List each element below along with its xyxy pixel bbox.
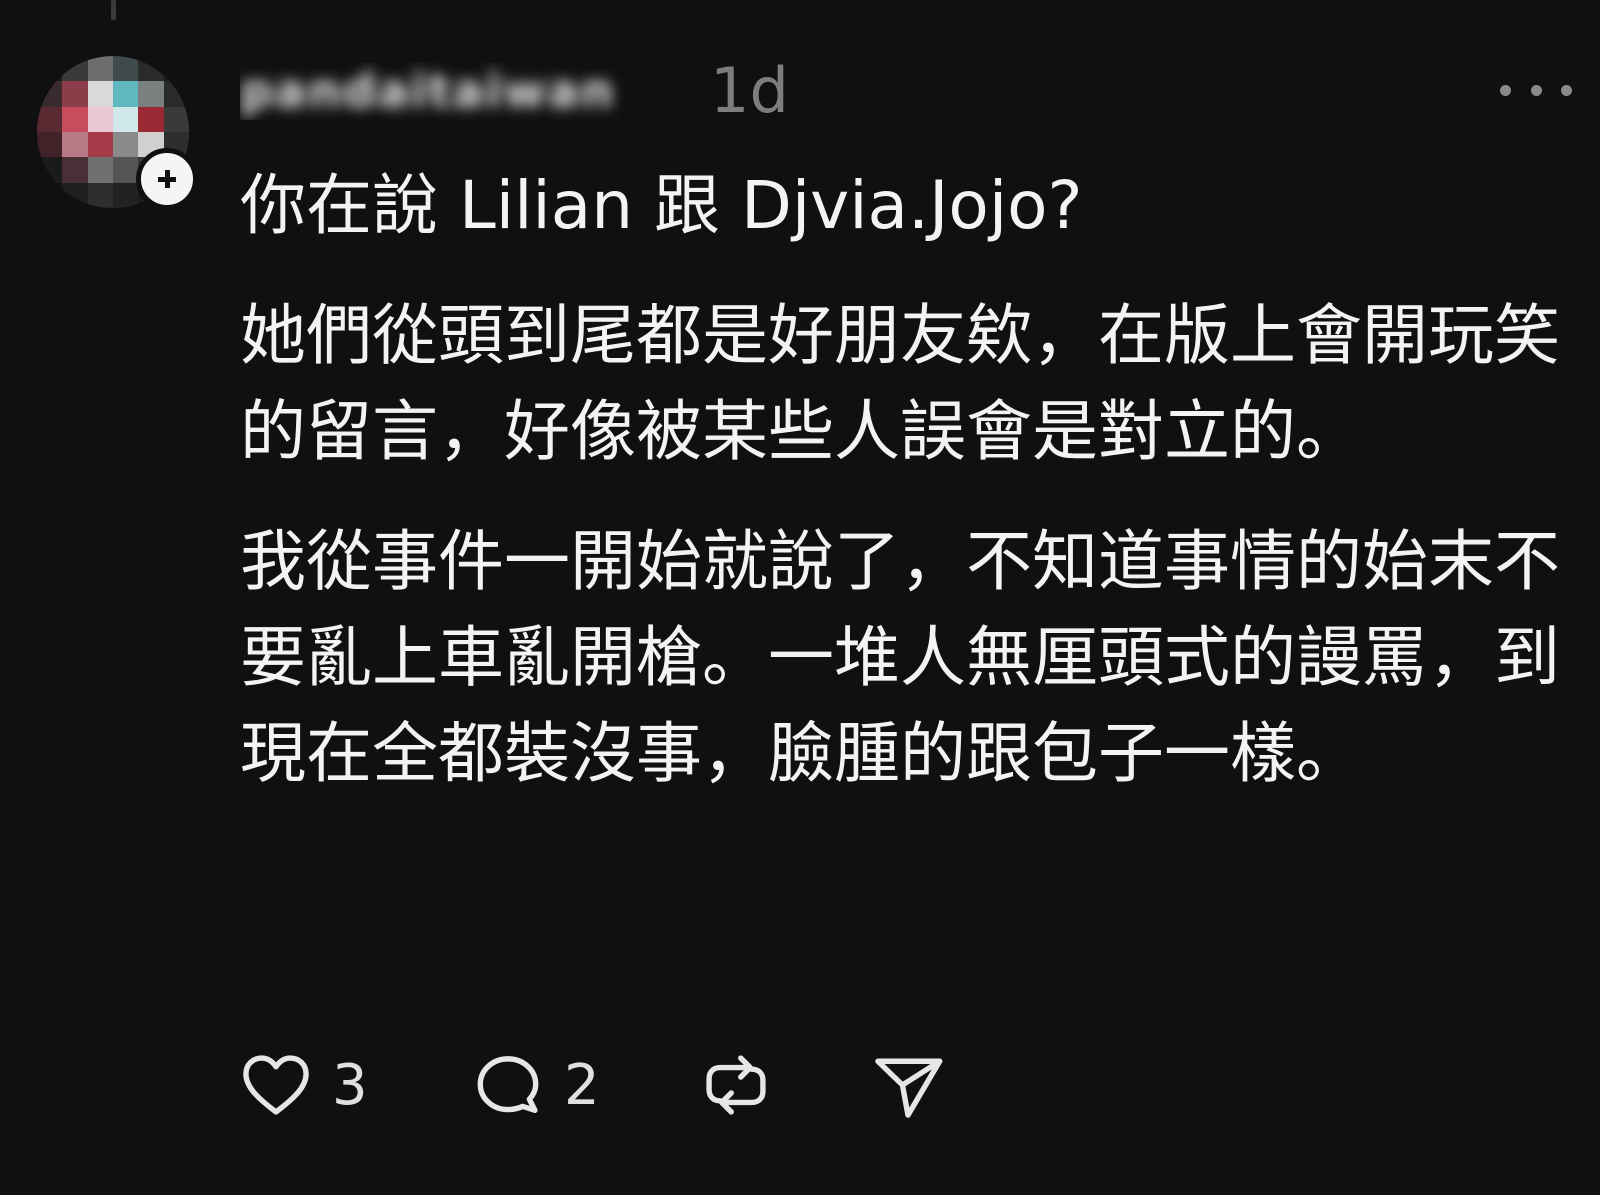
plus-icon	[158, 170, 176, 188]
thread-connector-line	[111, 0, 116, 20]
more-horizontal-icon	[1561, 84, 1572, 96]
post-paragraph: 你在說 Lilian 跟 Djvia.Jojo?	[240, 167, 1083, 244]
username[interactable]: pandaitaiwan	[240, 62, 680, 120]
share-button[interactable]	[870, 1047, 946, 1123]
reply-button[interactable]: 2	[470, 1047, 698, 1123]
like-button[interactable]: 3	[238, 1047, 470, 1123]
post-timestamp: 1d	[710, 54, 789, 127]
post-paragraph: 我從事件一開始就說了，不知道事情的始末不要亂上車亂開槍。一堆人無厘頭式的謾罵，到…	[240, 523, 1560, 792]
more-options-button[interactable]	[1500, 70, 1572, 110]
repost-button[interactable]	[698, 1047, 870, 1123]
more-horizontal-icon	[1500, 84, 1511, 96]
username-text: pandaitaiwan	[240, 64, 616, 118]
reply-count: 2	[564, 1052, 600, 1118]
like-count: 3	[332, 1052, 368, 1118]
post-body: 你在說 Lilian 跟 Djvia.Jojo? 她們從頭到尾都是好朋友欸，在版…	[240, 158, 1560, 802]
repost-icon	[706, 1055, 766, 1115]
comment-bubble-icon	[477, 1056, 539, 1114]
follow-badge[interactable]	[136, 148, 198, 210]
post-paragraph: 她們從頭到尾都是好朋友欸，在版上會開玩笑的留言，好像被某些人誤會是對立的。	[240, 297, 1560, 470]
more-horizontal-icon	[1530, 84, 1542, 96]
post-actions-bar: 3 2	[238, 1040, 946, 1130]
send-icon	[875, 1058, 943, 1118]
heart-icon	[243, 1055, 309, 1115]
